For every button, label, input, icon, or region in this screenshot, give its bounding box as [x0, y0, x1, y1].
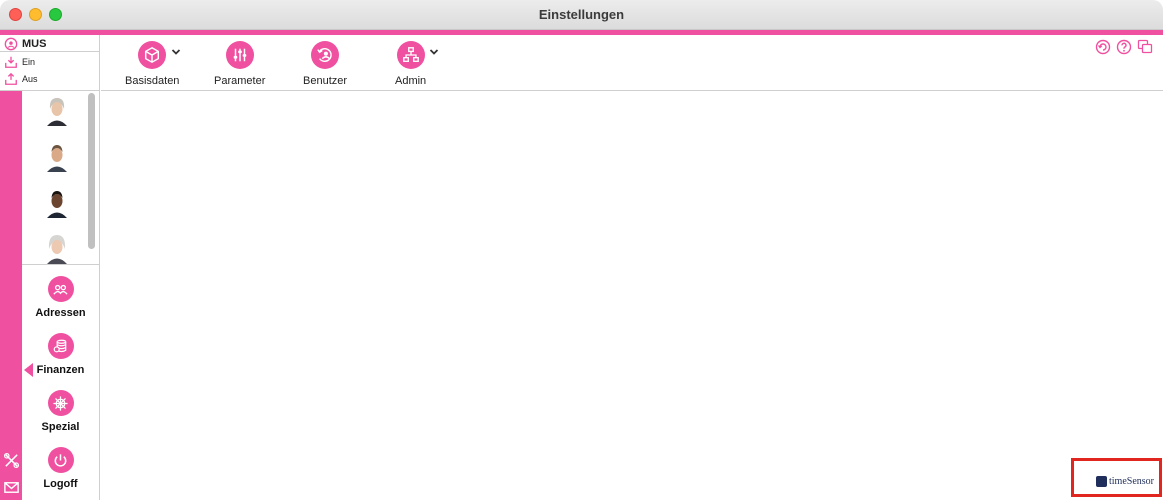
sidebar-item-adressen[interactable]: Adressen: [22, 276, 99, 319]
brand-highlight: timeSensor: [1071, 458, 1162, 497]
sidebar: Adressen Finanzen Spezial Logoff: [22, 91, 100, 500]
windows-icon[interactable]: [1137, 39, 1153, 55]
window-title: Einstellungen: [538, 7, 625, 22]
main-content: [101, 92, 1163, 500]
title-bar: Einstellungen: [0, 0, 1163, 30]
cube-icon: [138, 41, 167, 69]
toolbar-parameter[interactable]: Parameter: [214, 41, 265, 87]
toolbar-benutzer[interactable]: Benutzer: [303, 41, 347, 87]
brand-logo-text: timeSensor: [1109, 476, 1154, 487]
sidebar-item-label: Logoff: [43, 478, 78, 490]
avatar[interactable]: [41, 94, 73, 126]
help-icon[interactable]: [1116, 39, 1132, 55]
logo-mark-icon: [1096, 476, 1107, 487]
helm-icon: [47, 390, 74, 416]
settings-window: Einstellungen MUS Ein Aus Basisdaten Par…: [0, 0, 1163, 500]
mail-icon[interactable]: [3, 479, 20, 496]
user-status-box: MUS Ein Aus: [0, 35, 100, 91]
network-icon: [396, 41, 425, 69]
toolbar-admin-label: Admin: [395, 75, 427, 87]
sidebar-item-spezial[interactable]: Spezial: [22, 390, 99, 433]
sidebar-scrollbar[interactable]: [88, 93, 95, 249]
chevron-down-icon[interactable]: [171, 47, 181, 57]
people-icon: [47, 276, 74, 302]
avatar[interactable]: [41, 186, 73, 218]
toolbar-parameter-label: Parameter: [214, 75, 266, 87]
refresh-icon[interactable]: [1095, 39, 1111, 55]
sidebar-item-label: Adressen: [35, 307, 86, 319]
sidebar-item-logoff[interactable]: Logoff: [22, 447, 99, 490]
power-icon: [47, 447, 74, 473]
sidebar-item-label: Spezial: [41, 421, 80, 433]
sidebar-item-finanzen[interactable]: Finanzen: [22, 333, 99, 376]
check-in-label: Ein: [22, 57, 36, 67]
avatar[interactable]: [41, 232, 73, 264]
check-in-button[interactable]: Ein: [4, 55, 35, 69]
sidebar-item-label: Finanzen: [36, 364, 85, 376]
active-indicator: [24, 363, 33, 377]
brand-logo: timeSensor: [1096, 476, 1154, 487]
chevron-down-icon[interactable]: [429, 47, 439, 57]
user-circle-icon: [311, 41, 340, 69]
sliders-icon: [225, 41, 254, 69]
check-out-label: Aus: [22, 74, 38, 84]
tray-in-icon: [5, 56, 17, 68]
corner-actions: [1095, 39, 1153, 55]
coins-icon: [47, 333, 74, 359]
toolbar-admin[interactable]: Admin: [395, 41, 426, 87]
sidebar-divider: [22, 264, 99, 265]
user-divider: [0, 51, 99, 52]
avatar[interactable]: [41, 140, 73, 172]
user-code: MUS: [22, 38, 47, 50]
toolbar: Basisdaten Parameter Benutzer Admin: [101, 35, 1163, 91]
check-out-button[interactable]: Aus: [4, 72, 38, 86]
tools-icon[interactable]: [3, 452, 20, 469]
toolbar-basisdaten-label: Basisdaten: [125, 75, 180, 87]
toolbar-benutzer-label: Benutzer: [303, 75, 348, 87]
left-accent-strip: [0, 91, 22, 500]
tray-out-icon: [5, 72, 17, 85]
user-code-row[interactable]: MUS: [4, 37, 46, 51]
user-badge-icon: [4, 37, 18, 51]
